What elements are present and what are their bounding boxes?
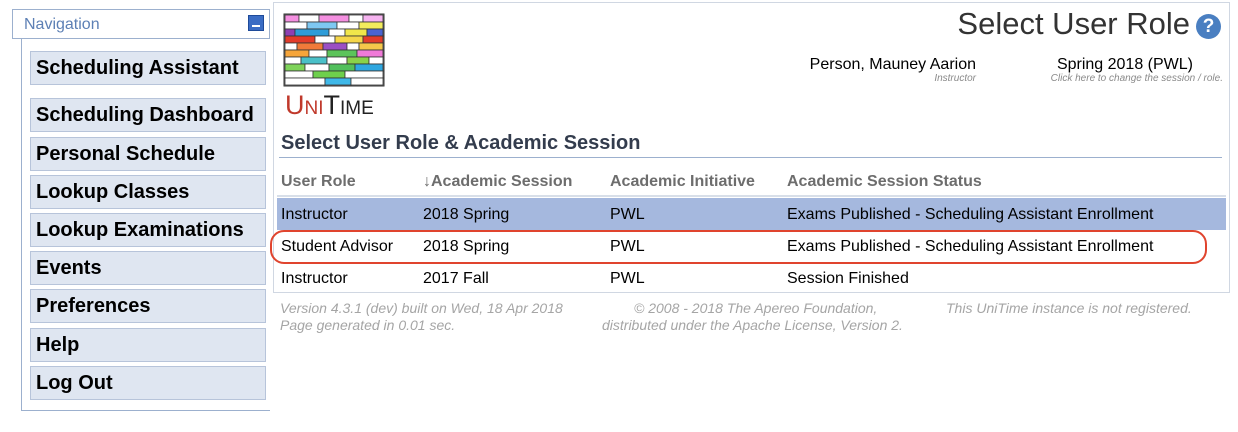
unitime-logo: UNITIME [283,13,385,117]
column-header-session-status[interactable]: Academic Session Status [787,173,982,191]
row-highlight-annotation [270,230,1207,264]
help-icon[interactable]: ? [1196,14,1221,39]
nav-item-events[interactable]: Events [30,251,266,285]
cell-academic-session: 2017 Fall [423,270,489,287]
user-role: Instructor [934,73,976,84]
cell-user-role: Instructor [281,270,348,287]
column-header-academic-session[interactable]: ↓Academic Session [423,173,572,191]
section-divider [279,157,1222,158]
cell-academic-session: 2018 Spring [423,206,510,223]
table-header-divider [277,195,1226,197]
footer-version: Version 4.3.1 (dev) built on Wed, 18 Apr… [280,300,563,316]
nav-item-lookup-classes[interactable]: Lookup Classes [30,175,266,209]
nav-item-lookup-examinations[interactable]: Lookup Examinations [30,213,266,247]
column-header-academic-initiative[interactable]: Academic Initiative [610,173,755,191]
session-selector[interactable]: Spring 2018 (PWL) [1000,56,1193,74]
footer-copyright: © 2008 - 2018 The Apereo Foundation, [634,300,878,316]
section-title: Select User Role & Academic Session [281,132,641,154]
cell-academic-initiative: PWL [610,270,645,287]
nav-item-log-out[interactable]: Log Out [30,366,266,400]
session-change-hint[interactable]: Click here to change the session / role. [990,73,1223,84]
footer-license: distributed under the Apache License, Ve… [602,317,903,333]
cell-session-status: Session Finished [787,270,909,287]
table-row[interactable] [277,262,1226,294]
column-header-user-role[interactable]: User Role [281,173,356,191]
collapse-icon[interactable] [248,15,264,31]
user-name: Person, Mauney Aarion [809,56,976,73]
cell-academic-initiative: PWL [610,206,645,223]
cell-session-status: Exams Published - Scheduling Assistant E… [787,206,1154,223]
navigation-title: Navigation [24,16,100,33]
svg-text:UNITIME: UNITIME [285,90,374,117]
nav-item-scheduling-assistant[interactable]: Scheduling Assistant [30,51,266,85]
navigation-header: Navigation [12,9,270,39]
page-title: Select User Role [957,6,1190,41]
nav-item-scheduling-dashboard[interactable]: Scheduling Dashboard [30,98,266,132]
nav-item-help[interactable]: Help [30,328,266,362]
nav-item-personal-schedule[interactable]: Personal Schedule [30,137,266,171]
nav-item-preferences[interactable]: Preferences [30,289,266,323]
cell-user-role: Instructor [281,206,348,223]
footer-registration: This UniTime instance is not registered. [946,300,1192,316]
footer-generated: Page generated in 0.01 sec. [280,317,456,333]
